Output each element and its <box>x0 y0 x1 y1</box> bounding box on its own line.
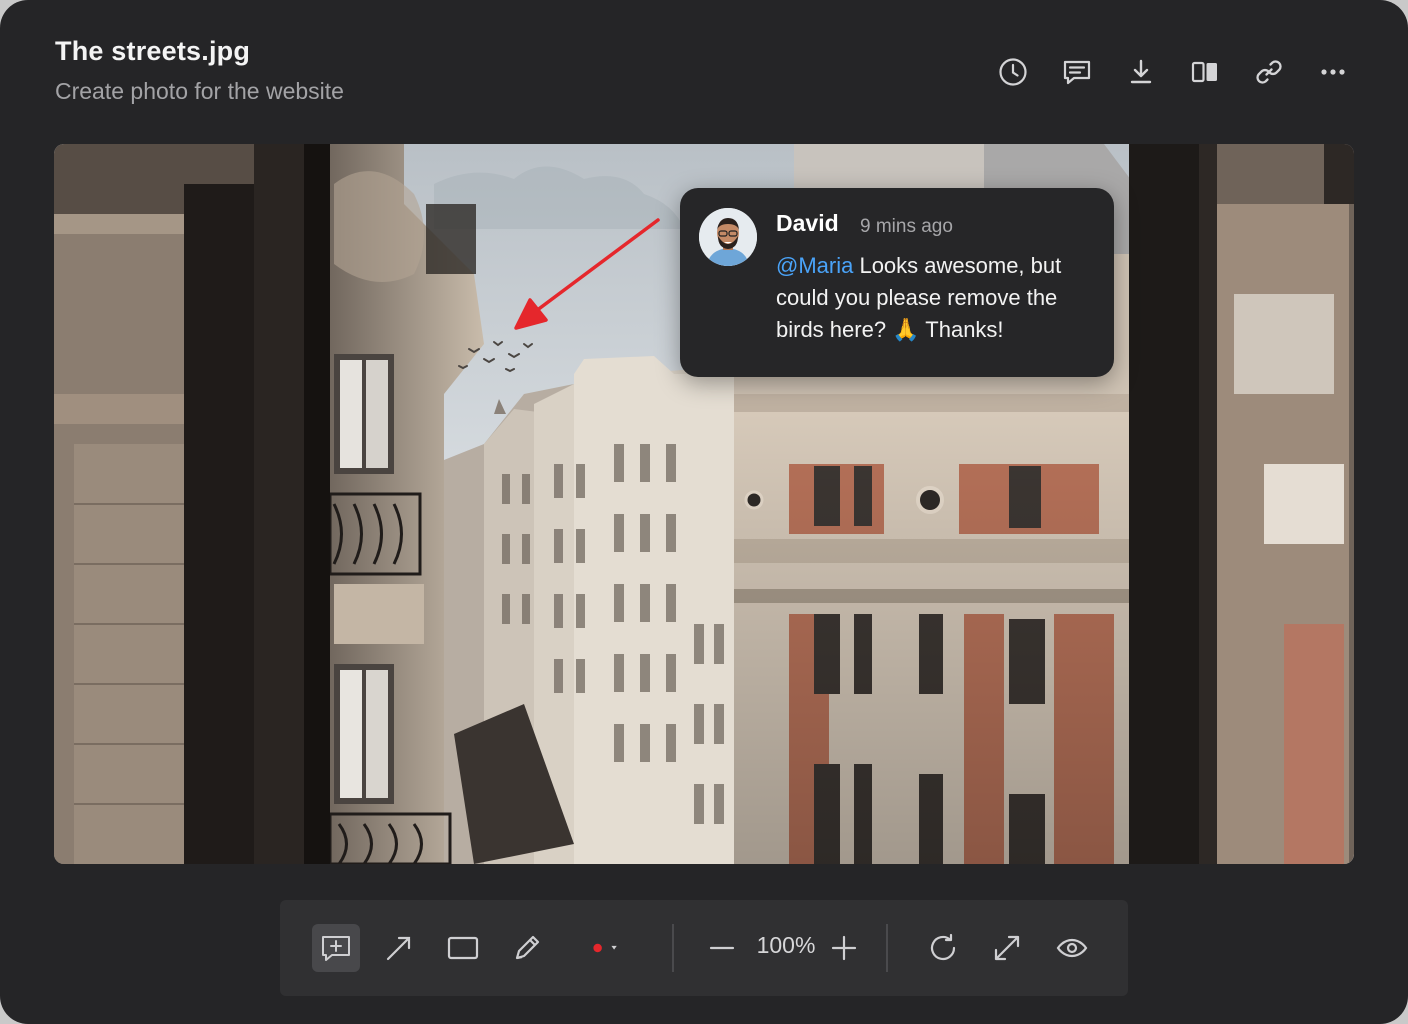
rotate-icon <box>930 933 956 961</box>
more-icon[interactable] <box>1313 52 1353 92</box>
rotate-button[interactable] <box>919 924 967 972</box>
divider <box>886 924 888 972</box>
rectangle-icon <box>447 936 479 960</box>
pencil-tool-button[interactable] <box>503 924 551 972</box>
fullscreen-button[interactable] <box>983 924 1031 972</box>
comment-author: David <box>776 210 839 236</box>
arrow-icon <box>386 936 411 961</box>
zoom-out-button[interactable] <box>698 924 746 972</box>
add-comment-icon <box>322 936 350 961</box>
zoom-level[interactable]: 100% <box>754 932 818 959</box>
preview-button[interactable] <box>1048 924 1096 972</box>
avatar[interactable] <box>699 208 757 266</box>
compare-icon[interactable] <box>1185 52 1225 92</box>
zoom-in-button[interactable] <box>820 924 868 972</box>
preview-eye-icon <box>1056 938 1088 958</box>
color-picker[interactable] <box>572 924 636 972</box>
file-subtitle: Create photo for the website <box>55 78 344 104</box>
chevron-down-icon <box>611 945 617 950</box>
link-icon[interactable] <box>1249 52 1289 92</box>
comments-icon[interactable] <box>1057 52 1097 92</box>
user-mention[interactable]: @Maria <box>776 253 853 278</box>
fullscreen-icon <box>994 935 1020 961</box>
color-swatch <box>593 943 602 953</box>
comment-text: @Maria Looks awesome, but could you plea… <box>776 250 1106 346</box>
history-icon[interactable] <box>993 52 1033 92</box>
comment-card[interactable]: David 9 mins ago @Maria Looks awesome, b… <box>680 188 1114 377</box>
plus-icon <box>831 935 857 961</box>
rectangle-tool-button[interactable] <box>439 924 487 972</box>
divider <box>672 924 674 972</box>
download-icon[interactable] <box>1121 52 1161 92</box>
top-action-bar <box>993 52 1353 92</box>
pencil-icon <box>515 935 540 960</box>
viewer-window: The streets.jpg Create photo for the web… <box>0 0 1408 1024</box>
add-comment-button[interactable] <box>312 924 360 972</box>
annotation-toolbar: 100% <box>280 900 1128 996</box>
arrow-tool-button[interactable] <box>375 924 423 972</box>
comment-timestamp: 9 mins ago <box>860 216 953 237</box>
file-title: The streets.jpg <box>55 36 251 66</box>
minus-icon <box>709 946 735 950</box>
color-dropdown <box>593 943 617 953</box>
